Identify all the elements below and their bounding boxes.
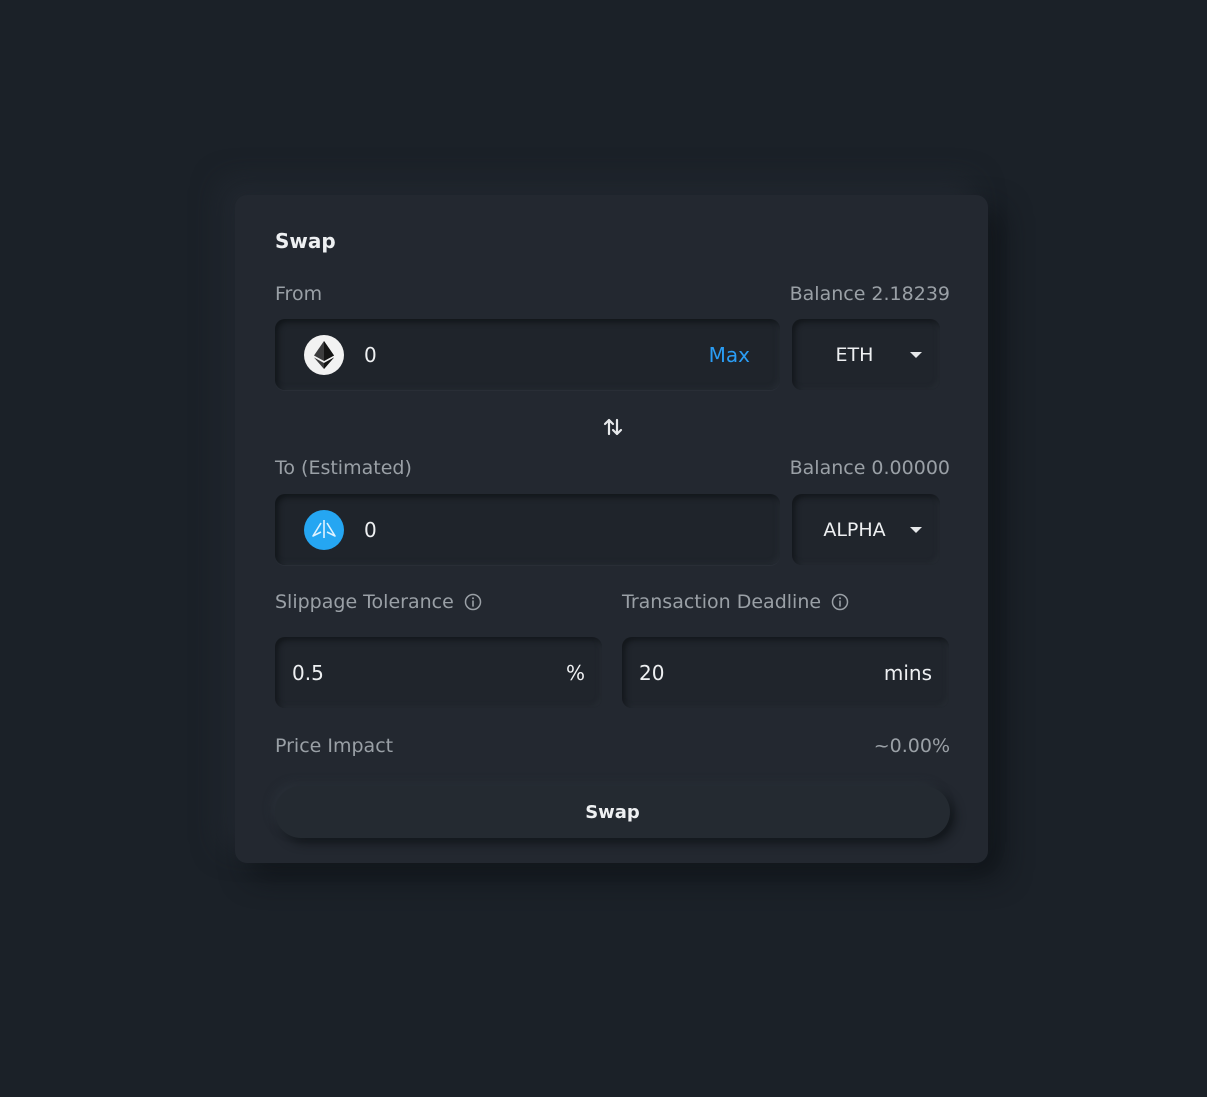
price-impact-value: ~0.00% [873,735,950,757]
from-token-name: ETH [835,343,874,366]
swap-card-content: Swap From Balance 2.18239 0 Max ETH To (… [275,195,950,863]
chevron-down-icon [910,527,922,533]
to-header: To (Estimated) Balance 0.00000 [275,457,950,479]
swap-card: Swap From Balance 2.18239 0 Max ETH To (… [235,195,988,863]
to-label: To (Estimated) [275,457,412,479]
swap-arrows-icon[interactable] [601,415,625,439]
from-balance: Balance 2.18239 [789,283,950,305]
deadline-unit: mins [883,660,932,685]
to-amount-field[interactable]: 0 [275,494,780,565]
price-impact-label: Price Impact [275,735,394,757]
info-icon[interactable] [831,593,849,611]
from-label: From [275,283,323,305]
price-impact-row: Price Impact ~0.00% [275,735,950,757]
alpha-icon [304,509,344,550]
from-token-select[interactable]: ETH [792,319,940,390]
ethereum-icon [304,334,344,375]
to-token-select[interactable]: ALPHA [792,494,940,565]
to-amount-input[interactable]: 0 [364,518,780,542]
max-button[interactable]: Max [709,343,750,367]
to-balance: Balance 0.00000 [789,457,950,479]
from-amount-input[interactable]: 0 [364,343,709,367]
slippage-input[interactable]: 0.5 % [275,637,602,708]
swap-button[interactable]: Swap [275,786,950,838]
deadline-header: Transaction Deadline [622,591,849,613]
to-token-name: ALPHA [823,518,886,541]
slippage-value[interactable]: 0.5 [292,661,324,685]
slippage-label: Slippage Tolerance [275,591,454,613]
deadline-input[interactable]: 20 mins [622,637,949,708]
info-icon[interactable] [464,593,482,611]
deadline-value[interactable]: 20 [639,661,664,685]
slippage-header: Slippage Tolerance [275,591,482,613]
slippage-unit: % [565,660,585,685]
chevron-down-icon [910,352,922,358]
from-amount-field[interactable]: 0 Max [275,319,780,390]
deadline-label: Transaction Deadline [622,591,822,613]
card-title: Swap [275,229,336,253]
from-header: From Balance 2.18239 [275,283,950,305]
